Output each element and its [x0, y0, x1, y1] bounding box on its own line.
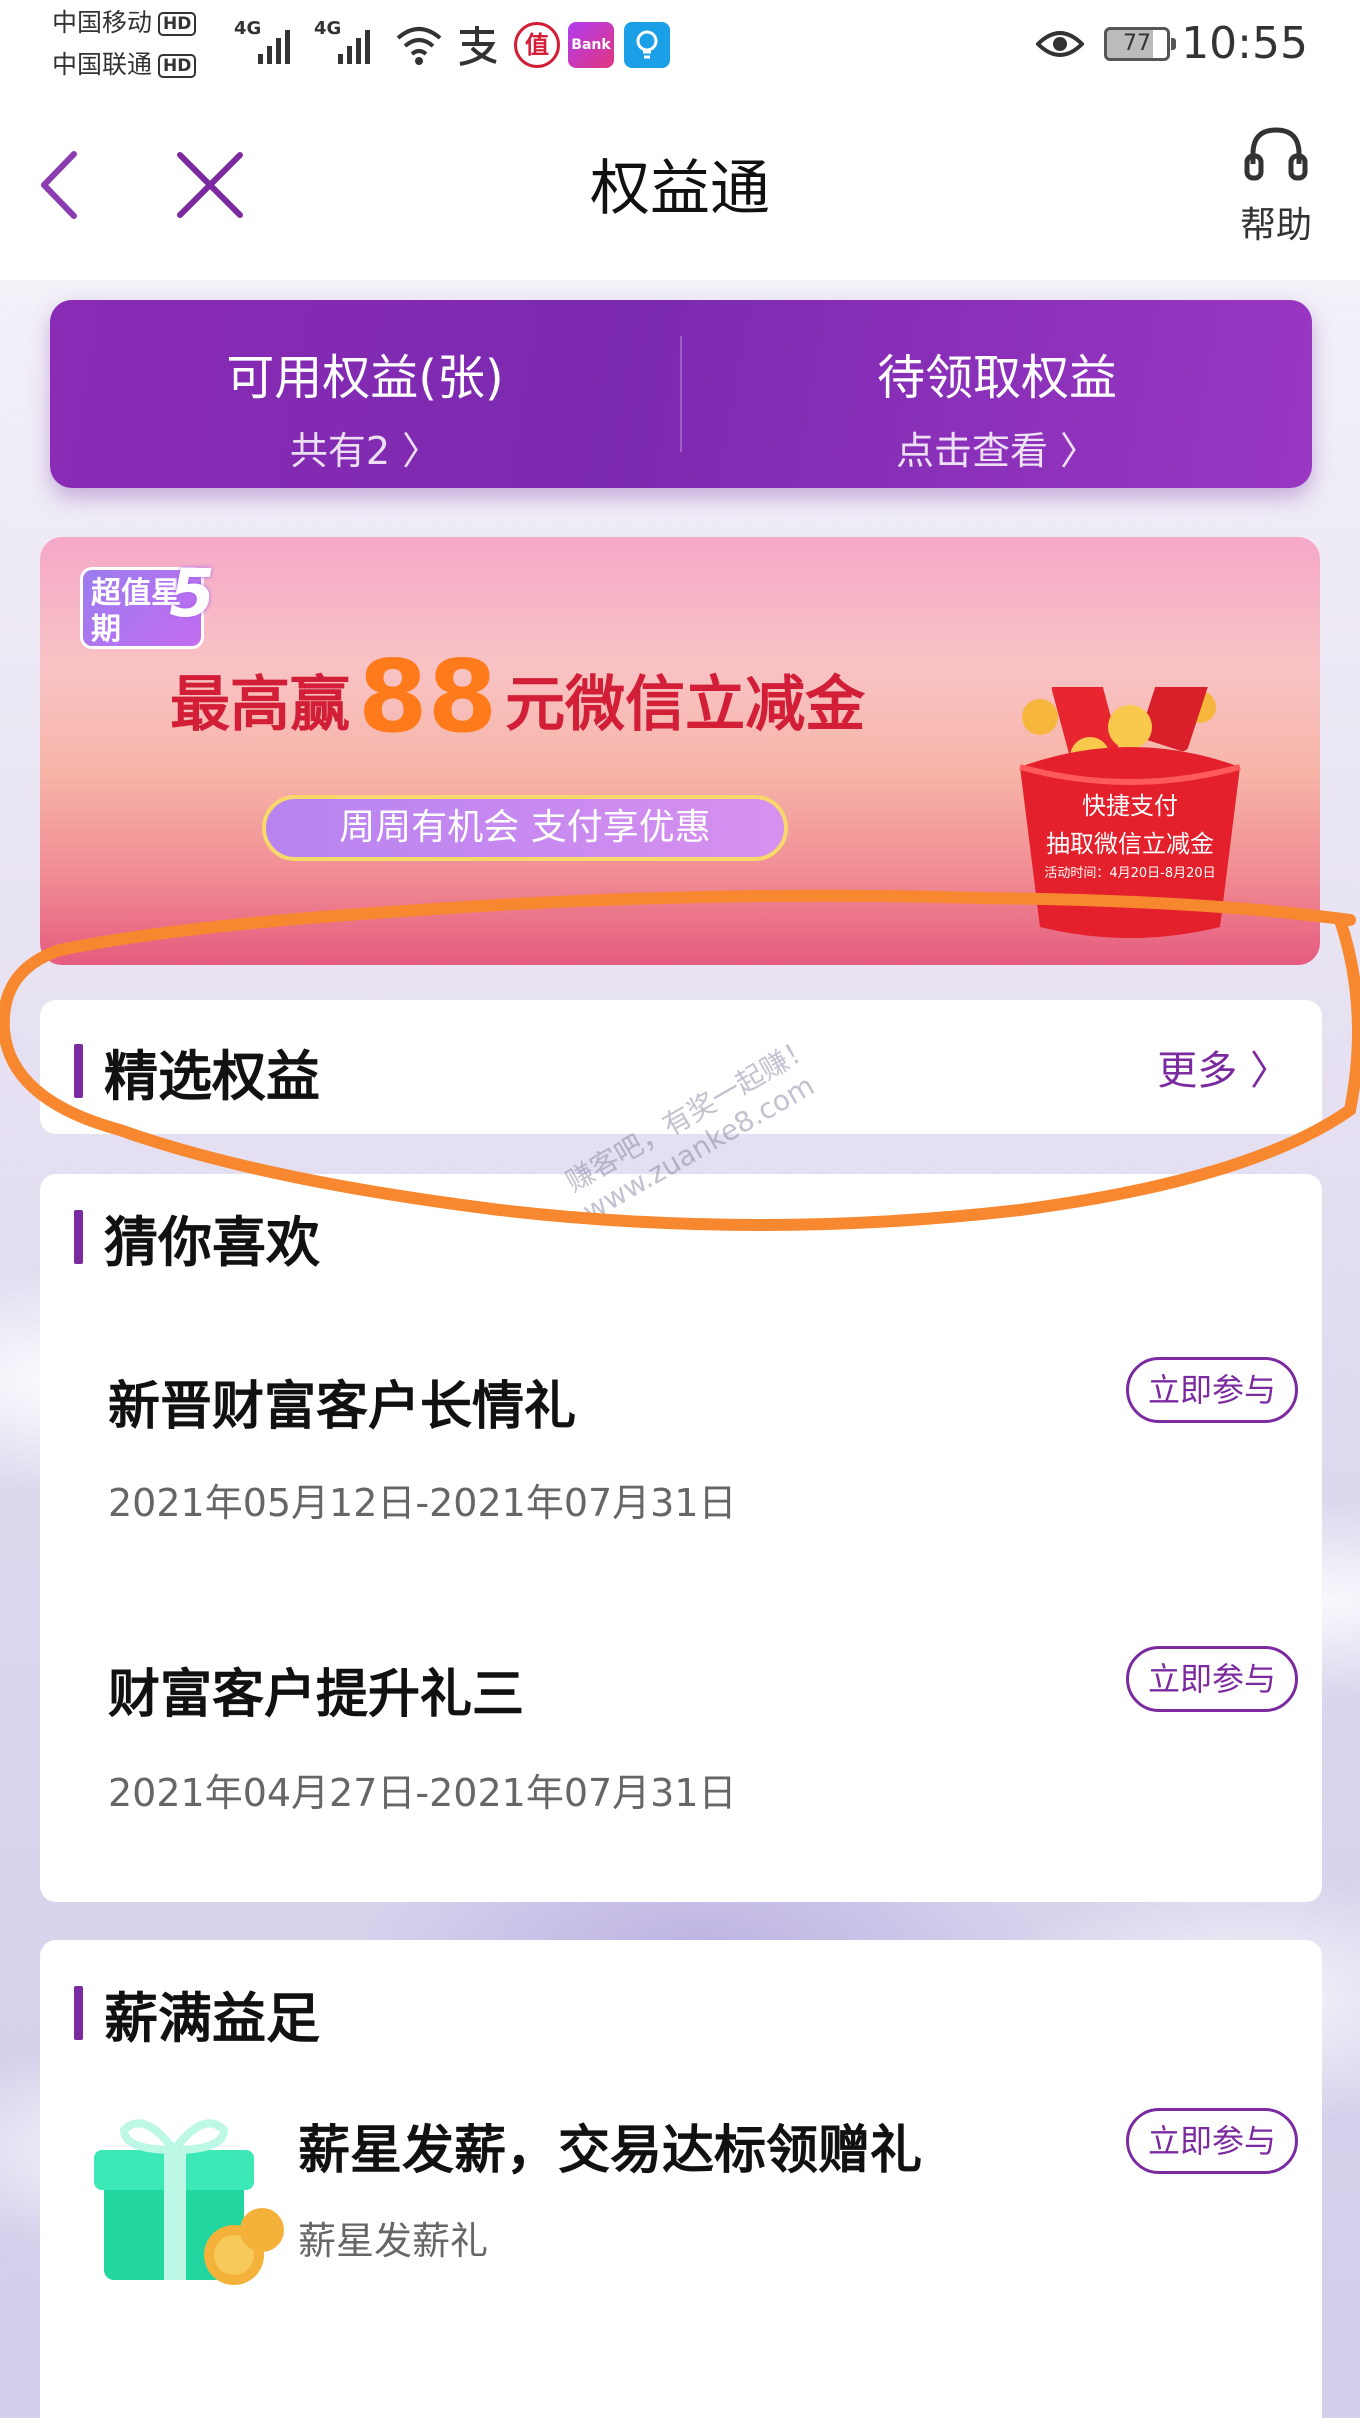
available-rights-count: 共有2 〉: [289, 429, 441, 473]
super-friday-badge: 超值星期 5: [80, 561, 215, 649]
hd-badge: HD: [158, 54, 197, 78]
pending-rights-label: 待领取权益: [876, 350, 1117, 406]
signal-icon: [258, 24, 290, 64]
nav-bar: 权益通 帮助: [0, 90, 1360, 280]
join-button[interactable]: 立即参与: [1126, 2108, 1298, 2174]
pending-rights[interactable]: 待领取权益 点击查看 〉: [682, 300, 1312, 488]
salary-section: 薪满益足 薪星发薪，交易达标领赠礼 薪星发薪礼 立即参与: [40, 1940, 1322, 2418]
envelope-line-2: 抽取微信立减金: [1046, 830, 1214, 858]
badge-number: 5: [169, 555, 215, 632]
clock: 10:55: [1181, 18, 1308, 69]
salary-offer-subtitle: 薪星发薪礼: [298, 2219, 489, 2263]
wifi-icon: [396, 27, 442, 65]
envelope-caption: 快捷支付 抽取微信立减金 活动时间：4月20日-8月20日: [1020, 787, 1240, 885]
headline-amount: 88: [358, 638, 498, 755]
envelope-dates: 活动时间：4月20日-8月20日: [1044, 866, 1216, 881]
join-button[interactable]: 立即参与: [1126, 1646, 1298, 1712]
eye-comfort-icon: [1036, 31, 1084, 57]
headline-suffix: 元微信立减金: [505, 670, 866, 740]
promo-banner[interactable]: 超值星期 5 最高赢88 元微信立减金 周周有机会 支付享优惠 快捷支付 抽取微信…: [40, 537, 1320, 965]
zhi-icon: 值: [514, 22, 560, 68]
available-rights-label: 可用权益(张): [226, 350, 504, 406]
battery-icon: 77: [1104, 27, 1176, 61]
banner-pill: 周周有机会 支付享优惠: [262, 795, 788, 861]
close-icon[interactable]: [170, 145, 250, 225]
bulb-icon: [624, 22, 670, 68]
recommend-section: 猜你喜欢 新晋财富客户长情礼 2021年05月12日-2021年07月31日 立…: [40, 1174, 1322, 1902]
envelope-line-1: 快捷支付: [1082, 792, 1178, 820]
help-label: 帮助: [1239, 205, 1312, 246]
offer-date: 2021年04月27日-2021年07月31日: [108, 1771, 737, 1815]
badge-text: 超值星期: [91, 576, 181, 647]
hd-badge: HD: [158, 12, 197, 36]
pending-rights-link: 点击查看 〉: [895, 429, 1099, 473]
carrier-1: 中国移动 HD: [52, 8, 197, 38]
offer-date: 2021年05月12日-2021年07月31日: [108, 1481, 737, 1525]
bank-app-icon: Bank: [568, 22, 614, 68]
rights-summary-card: 可用权益(张) 共有2 〉 待领取权益 点击查看 〉: [50, 300, 1312, 488]
offer-title[interactable]: 新晋财富客户长情礼: [108, 1364, 576, 1439]
carrier-1-label: 中国移动: [52, 8, 153, 37]
offer-title[interactable]: 财富客户提升礼三: [108, 1652, 524, 1727]
banner-headline: 最高赢88 元微信立减金: [170, 647, 865, 755]
join-button[interactable]: 立即参与: [1126, 1357, 1298, 1423]
help-button[interactable]: 帮助: [1216, 124, 1336, 248]
featured-rights-title: 精选权益: [74, 1032, 320, 1111]
salary-title: 薪满益足: [74, 1974, 320, 2053]
headset-icon: [1244, 127, 1308, 181]
carrier-2: 中国联通 HD: [52, 50, 197, 80]
carrier-2-label: 中国联通: [52, 50, 153, 79]
back-icon[interactable]: [30, 140, 110, 230]
status-bar: 中国移动 HD 中国联通 HD 4G 4G 值 Bank 77 10:55: [0, 0, 1360, 90]
available-rights[interactable]: 可用权益(张) 共有2 〉: [50, 300, 680, 488]
gift-box-icon: [94, 2119, 284, 2285]
page-title: 权益通: [590, 154, 770, 224]
salary-offer-title[interactable]: 薪星发薪，交易达标领赠礼: [298, 2108, 922, 2183]
recommend-title: 猜你喜欢: [74, 1198, 320, 1277]
headline-prefix: 最高赢: [170, 670, 350, 740]
signal-icon: [338, 24, 370, 64]
more-link[interactable]: 更多 〉: [1157, 1038, 1290, 1096]
alipay-icon: [459, 26, 497, 66]
